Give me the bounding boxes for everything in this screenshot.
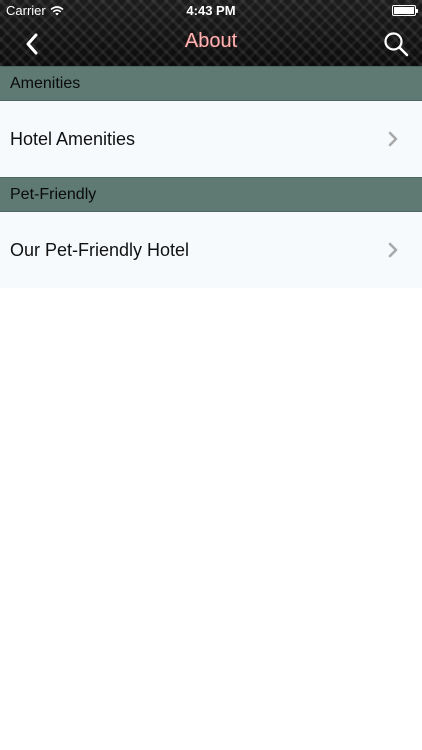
search-button[interactable] [380, 28, 412, 60]
status-time: 4:43 PM [186, 3, 236, 18]
page-title: About [184, 30, 238, 52]
status-bar: Carrier 4:43 PM [0, 0, 422, 22]
header: Carrier 4:43 PM About [0, 0, 422, 67]
battery-icon [392, 5, 418, 16]
list-item-hotel-amenities[interactable]: Hotel Amenities [0, 101, 422, 177]
search-icon [384, 32, 409, 57]
chevron-right-icon [388, 131, 398, 147]
nav-bar: About [0, 22, 422, 66]
list-item-label: Hotel Amenities [10, 128, 136, 149]
list-item-label: Our Pet-Friendly Hotel [10, 239, 190, 260]
chevron-right-icon [388, 242, 398, 258]
section-header-amenities: Amenities [0, 66, 422, 101]
section-header-pet-friendly: Pet-Friendly [0, 177, 422, 212]
list-item-pet-friendly-hotel[interactable]: Our Pet-Friendly Hotel [0, 212, 422, 288]
